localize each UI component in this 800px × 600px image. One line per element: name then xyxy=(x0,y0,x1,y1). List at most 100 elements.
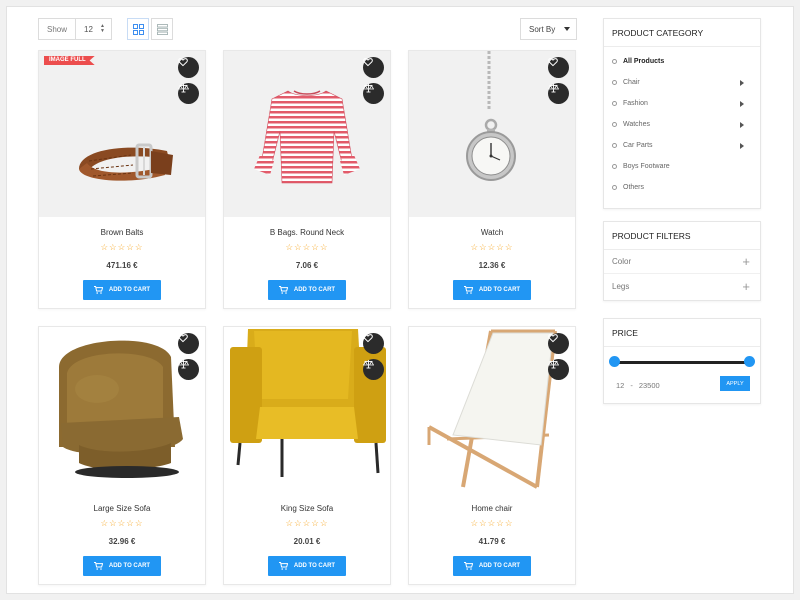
chevron-right-icon[interactable] xyxy=(740,100,744,107)
chevron-right-icon[interactable] xyxy=(740,142,744,149)
add-to-cart-button[interactable]: ADD TO CART xyxy=(268,280,346,300)
cart-icon xyxy=(278,286,288,294)
radio-icon xyxy=(612,164,617,169)
product-price: 32.96 € xyxy=(108,537,136,546)
add-to-cart-button[interactable]: ADD TO CART xyxy=(453,556,531,576)
product-price: 7.06 € xyxy=(295,261,319,270)
compare-button[interactable] xyxy=(363,359,384,380)
caret-down-icon xyxy=(564,27,570,31)
product-image[interactable] xyxy=(39,327,205,493)
product-card[interactable]: Home chair ☆☆☆☆☆ 41.79 € ADD TO CART xyxy=(408,326,576,585)
scale-icon xyxy=(363,84,374,93)
filter-label: Legs xyxy=(612,281,630,291)
heart-icon xyxy=(548,334,558,343)
belt-image xyxy=(79,143,173,181)
armchair-image xyxy=(59,340,183,478)
filter-color[interactable]: Color + xyxy=(604,250,760,274)
radio-icon xyxy=(612,59,617,64)
price-slider-min-handle[interactable] xyxy=(609,356,620,367)
product-card[interactable]: B Bags. Round Neck ☆☆☆☆☆ 7.06 € ADD TO C… xyxy=(223,50,391,309)
compare-button[interactable] xyxy=(363,83,384,104)
chevron-right-icon[interactable] xyxy=(740,79,744,86)
pocket-watch-image xyxy=(466,51,516,181)
product-category-title: PRODUCT CATEGORY xyxy=(604,19,760,47)
price-slider-max-handle[interactable] xyxy=(744,356,755,367)
add-to-cart-label: ADD TO CART xyxy=(478,563,521,569)
plus-icon[interactable]: + xyxy=(742,254,750,269)
image-full-badge: IMAGE FULL xyxy=(44,56,95,65)
product-image[interactable]: IMAGE FULL xyxy=(39,51,205,217)
add-to-cart-button[interactable]: ADD TO CART xyxy=(83,280,161,300)
add-to-cart-label: ADD TO CART xyxy=(293,287,336,293)
category-list: All Products Chair Fashion Watches Car P… xyxy=(604,47,760,198)
price-min: 12 xyxy=(616,381,625,390)
price-panel: PRICE 12 - 23500 APPLY xyxy=(603,318,761,404)
wishlist-button[interactable] xyxy=(548,333,569,354)
deck-chair-image xyxy=(427,329,557,489)
heart-icon xyxy=(363,58,373,67)
product-name[interactable]: Home chair xyxy=(409,504,575,513)
add-to-cart-button[interactable]: ADD TO CART xyxy=(268,556,346,576)
category-label: Watches xyxy=(623,121,650,128)
product-image[interactable] xyxy=(224,327,390,493)
show-label: Show xyxy=(47,24,68,34)
wishlist-button[interactable] xyxy=(548,57,569,78)
category-item-boys-footware[interactable]: Boys Footware xyxy=(604,156,760,177)
apply-button[interactable]: APPLY xyxy=(720,376,750,391)
price-slider-track[interactable] xyxy=(614,361,750,364)
show-per-page: Show 12 ▲ ▼ xyxy=(38,18,112,40)
product-image[interactable] xyxy=(224,51,390,217)
cart-icon xyxy=(463,562,473,570)
price-range-text: 12 - 23500 xyxy=(616,381,660,390)
product-image[interactable] xyxy=(409,51,575,217)
product-category-panel: PRODUCT CATEGORY All Products Chair Fash… xyxy=(603,18,761,209)
product-card[interactable]: Watch ☆☆☆☆☆ 12.36 € ADD TO CART xyxy=(408,50,576,309)
product-name[interactable]: Brown Balts xyxy=(39,228,205,237)
scale-icon xyxy=(178,360,189,369)
category-item-watches[interactable]: Watches xyxy=(604,114,760,135)
list-view-button[interactable] xyxy=(151,18,173,40)
cart-icon xyxy=(463,286,473,294)
radio-icon xyxy=(612,101,617,106)
radio-icon xyxy=(612,143,617,148)
category-label: Car Parts xyxy=(623,142,653,149)
updown-icon: ▲ ▼ xyxy=(100,23,105,34)
product-price: 471.16 € xyxy=(106,261,138,270)
category-item-others[interactable]: Others xyxy=(604,177,760,198)
product-card[interactable]: Large Size Sofa ☆☆☆☆☆ 32.96 € ADD TO CAR… xyxy=(38,326,206,585)
filter-legs[interactable]: Legs + xyxy=(604,274,760,298)
wishlist-button[interactable] xyxy=(178,333,199,354)
product-name[interactable]: Large Size Sofa xyxy=(39,504,205,513)
compare-button[interactable] xyxy=(178,359,199,380)
product-card[interactable]: King Size Sofa ☆☆☆☆☆ 20.01 € ADD TO CART xyxy=(223,326,391,585)
category-item-all-products[interactable]: All Products xyxy=(604,51,760,72)
price-max: 23500 xyxy=(638,381,660,390)
add-to-cart-button[interactable]: ADD TO CART xyxy=(83,556,161,576)
product-card[interactable]: IMAGE FULL Brown Balts ☆☆☆☆☆ 471.16 € AD… xyxy=(38,50,206,309)
compare-button[interactable] xyxy=(548,83,569,104)
rating-stars: ☆☆☆☆☆ xyxy=(470,518,514,528)
plus-icon[interactable]: + xyxy=(742,279,750,294)
wishlist-button[interactable] xyxy=(363,333,384,354)
add-to-cart-button[interactable]: ADD TO CART xyxy=(453,280,531,300)
product-image[interactable] xyxy=(409,327,575,493)
show-select[interactable]: 12 ▲ ▼ xyxy=(75,19,111,39)
wishlist-button[interactable] xyxy=(363,57,384,78)
scale-icon xyxy=(178,84,189,93)
wishlist-button[interactable] xyxy=(178,57,199,78)
category-item-fashion[interactable]: Fashion xyxy=(604,93,760,114)
sort-by-dropdown[interactable]: Sort By xyxy=(520,18,577,40)
heart-icon xyxy=(178,58,188,67)
grid-view-button[interactable] xyxy=(127,18,149,40)
price-title: PRICE xyxy=(604,319,760,347)
sort-by-label: Sort By xyxy=(529,24,556,34)
compare-button[interactable] xyxy=(548,359,569,380)
product-name[interactable]: Watch xyxy=(409,228,575,237)
category-item-chair[interactable]: Chair xyxy=(604,72,760,93)
chevron-right-icon[interactable] xyxy=(740,121,744,128)
product-name[interactable]: King Size Sofa xyxy=(224,504,390,513)
radio-icon xyxy=(612,122,617,127)
compare-button[interactable] xyxy=(178,83,199,104)
category-item-car-parts[interactable]: Car Parts xyxy=(604,135,760,156)
product-name[interactable]: B Bags. Round Neck xyxy=(224,228,390,237)
